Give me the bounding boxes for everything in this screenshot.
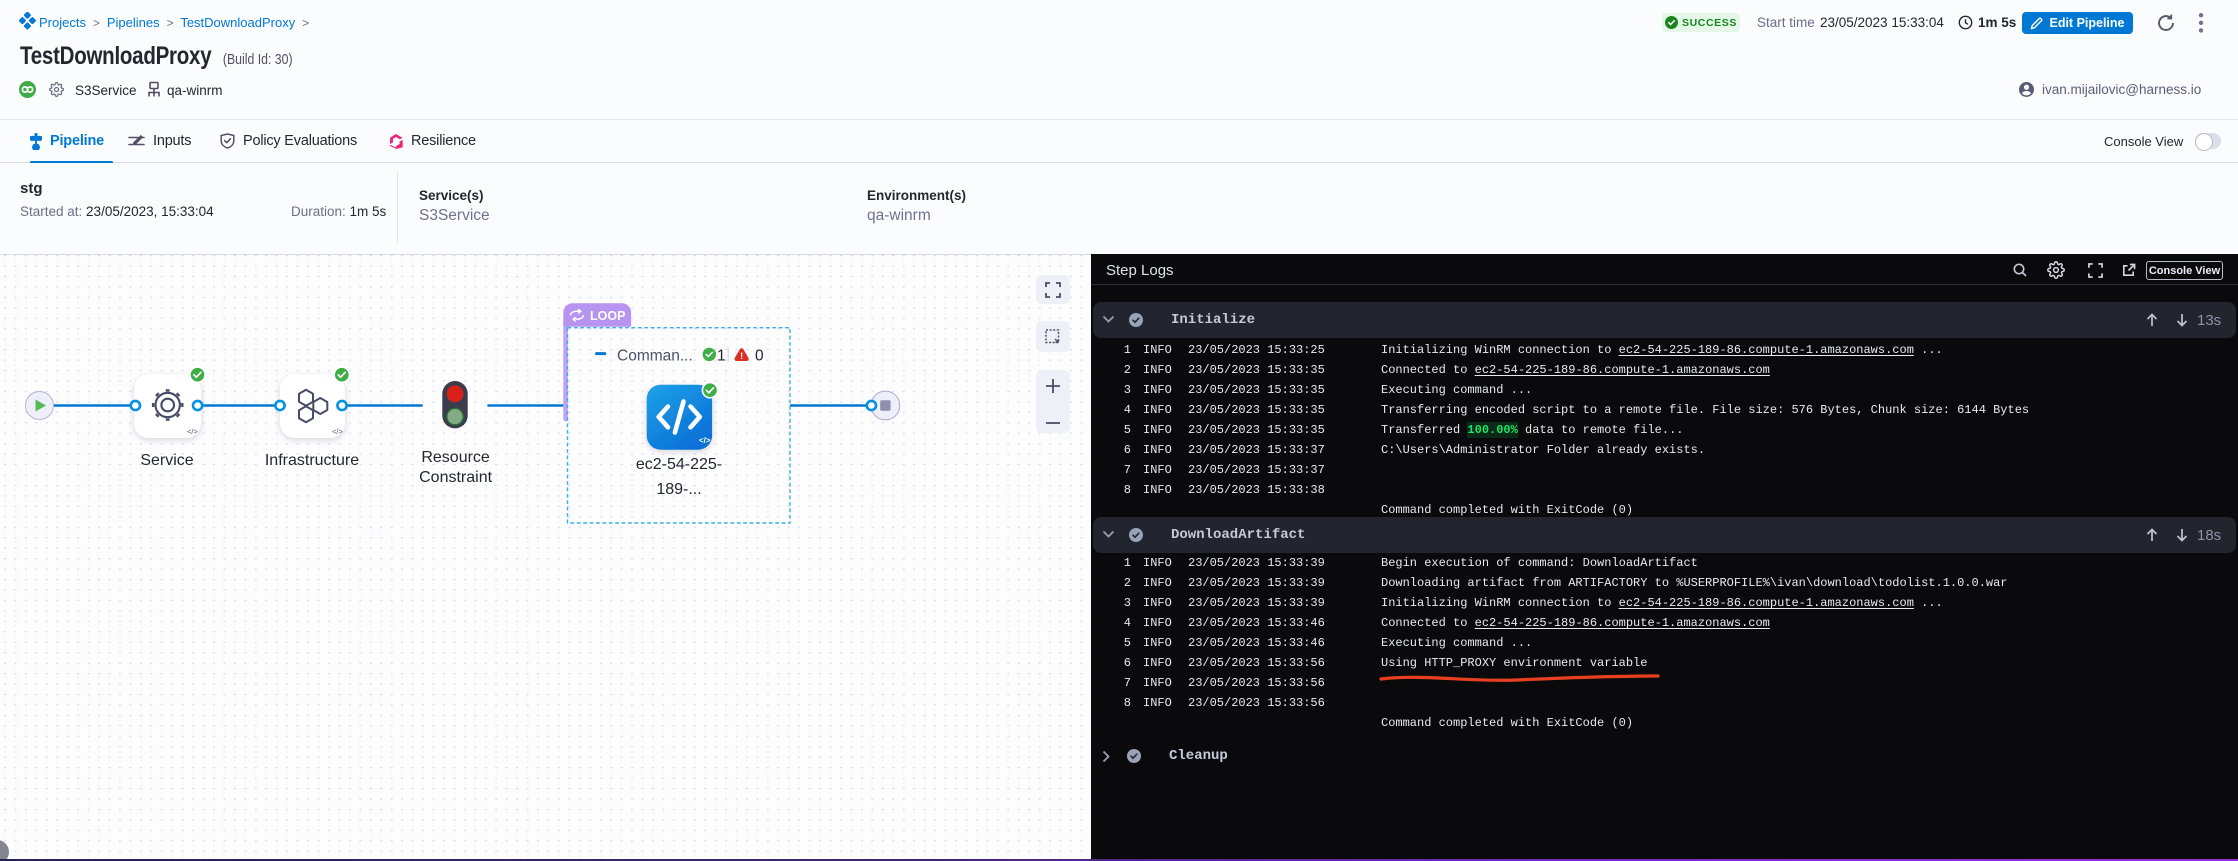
svg-text:Infrastructure: Infrastructure [265,452,359,469]
svg-text:</>: </> [187,427,198,436]
svg-text:LOOP: LOOP [590,309,625,323]
svg-text:0: 0 [755,347,764,364]
svg-text:Resource: Resource [421,449,490,466]
svg-text:Service: Service [140,452,193,469]
svg-text:Comman...: Comman... [617,347,693,364]
svg-text:</>: </> [332,427,343,436]
svg-text:</>: </> [699,436,711,445]
svg-text:!: ! [740,351,743,361]
svg-text:ec2-54-225-: ec2-54-225- [636,456,722,473]
svg-text:Constraint: Constraint [419,469,492,486]
svg-text:1: 1 [717,347,726,364]
svg-text:189-...: 189-... [656,481,701,498]
